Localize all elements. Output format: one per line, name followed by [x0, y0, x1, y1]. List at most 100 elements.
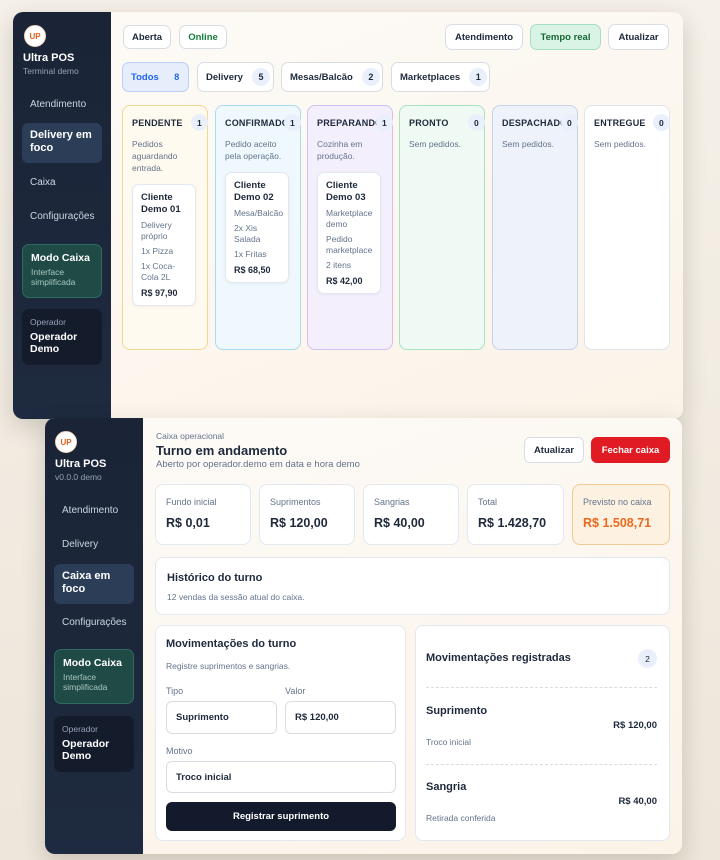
kanban-column: PENDENTE 1 Pedidos aguardando entrada. Clie…	[122, 105, 208, 350]
operator-name: Operador Demo	[30, 331, 78, 355]
sidebar-item-caixa[interactable]: Caixa em foco	[54, 564, 134, 604]
order-line: Pedido marketplace	[326, 234, 373, 255]
form-title: Movimentações do turno	[166, 638, 297, 650]
order-line: 1x Pizza	[141, 246, 174, 256]
operator-card: Operador Operador Demo	[54, 716, 134, 772]
delivery-main: Aberta Online Atendimento Tempo real Atu…	[111, 12, 683, 419]
app-subtitle: Terminal demo	[23, 66, 79, 76]
connection-status-badge: Online	[179, 25, 227, 49]
register-supply-button[interactable]: Registrar suprimento	[166, 802, 396, 831]
form-subtitle: Registre suprimentos e sangrias.	[166, 661, 291, 671]
filter-count: 8	[174, 72, 180, 82]
column-count-badge: 1	[284, 114, 301, 131]
stat-value: R$ 0,01	[166, 516, 210, 530]
sidebar-item-delivery[interactable]: Delivery em foco	[22, 123, 102, 163]
sidebar-item-atendimento[interactable]: Atendimento	[62, 505, 118, 516]
movement-type: Suprimento	[426, 705, 488, 717]
filter-label: Marketplaces	[400, 71, 461, 83]
column-title: DESPACHADO 0	[502, 114, 578, 132]
order-line: 1x Fritas	[234, 249, 267, 259]
reason-input[interactable]: Troco inicial	[166, 761, 396, 793]
page-title: Turno em andamento	[156, 443, 288, 458]
atendimento-button[interactable]: Atendimento	[445, 24, 523, 50]
column-count-badge: 1	[191, 114, 208, 131]
order-card[interactable]: Cliente Demo 01 Delivery próprio 1x Pizza 1…	[132, 184, 196, 306]
stat-label: Fundo inicial	[166, 497, 217, 507]
stat-label: Sangrias	[374, 497, 410, 507]
movement-type: Sangria	[426, 781, 467, 793]
divider	[426, 687, 657, 688]
app-logo: UP	[55, 431, 77, 453]
column-description: Pedidos aguardando entrada.	[132, 139, 178, 173]
page-subtitle: Aberto por operador.demo em data e hora …	[156, 459, 360, 470]
kanban-column: PRONTO 0 Sem pedidos.	[399, 105, 485, 350]
order-line: Delivery próprio	[141, 220, 172, 241]
column-description: Sem pedidos.	[594, 139, 646, 149]
store-status-badge: Aberta	[123, 25, 171, 49]
column-title: PENDENTE 1	[132, 114, 208, 132]
reason-label: Motivo	[166, 746, 193, 756]
mode-card[interactable]: Modo Caixa Interface simplificada	[54, 649, 134, 704]
type-select[interactable]: Suprimento	[166, 701, 277, 734]
movement-note: Retirada conferida	[426, 813, 496, 823]
sidebar-item-configuracoes[interactable]: Configurações	[30, 211, 94, 222]
stat-card: Fundo inicial R$ 0,01	[155, 484, 251, 545]
movement-amount: R$ 120,00	[613, 720, 657, 731]
order-customer: Cliente Demo 01	[141, 192, 181, 215]
app-name: Ultra POS	[55, 458, 107, 470]
mode-subtitle: Interface simplificada	[31, 267, 76, 287]
column-count-badge: 1	[376, 114, 393, 131]
column-description: Pedido aceito pela operação.	[225, 139, 282, 161]
stat-label: Suprimentos	[270, 497, 321, 507]
column-description: Sem pedidos.	[502, 139, 554, 149]
order-price: R$ 68,50	[234, 265, 271, 275]
delivery-window: UP Ultra POS Terminal demo Atendimento D…	[13, 12, 683, 419]
order-card[interactable]: Cliente Demo 03 Marketplace demo Pedido ma…	[317, 172, 381, 294]
stat-card: Previsto no caixa R$ 1.508,71	[572, 484, 670, 545]
filter-tab-mesas[interactable]: Mesas/Balcão 2	[281, 62, 383, 92]
refresh-button[interactable]: Atualizar	[608, 24, 669, 50]
filter-tab-marketplaces[interactable]: Marketplaces 1	[391, 62, 490, 92]
page-eyebrow: Caixa operacional	[156, 431, 225, 441]
order-line: Mesa/Balcão	[234, 208, 284, 218]
column-title: PREPARANDO 1	[317, 114, 393, 132]
column-count-badge: 0	[468, 114, 485, 131]
filter-count: 5	[251, 68, 270, 86]
order-customer: Cliente Demo 02	[234, 180, 274, 203]
order-card[interactable]: Cliente Demo 02 Mesa/Balcão 2x Xis Salada 1…	[225, 172, 289, 283]
kanban-column: PREPARANDO 1 Cozinha em produção. Cliente D…	[307, 105, 393, 350]
realtime-button[interactable]: Tempo real	[530, 24, 601, 50]
refresh-button[interactable]: Atualizar	[524, 437, 584, 463]
movement-form-card: Movimentações do turno Registre suprimen…	[155, 625, 406, 841]
sidebar-item-delivery[interactable]: Delivery	[62, 539, 98, 550]
value-label: Valor	[285, 686, 306, 696]
registered-title: Movimentações registradas	[426, 652, 571, 664]
cash-window: UP Ultra POS v0.0.0 demo Atendimento Del…	[45, 418, 682, 854]
order-line: Marketplace demo	[326, 208, 373, 229]
type-label: Tipo	[166, 686, 184, 696]
sidebar: UP Ultra POS v0.0.0 demo Atendimento Del…	[45, 418, 143, 854]
operator-name: Operador Demo	[62, 738, 110, 762]
column-title: ENTREGUE 0	[594, 114, 670, 132]
stat-card: Total R$ 1.428,70	[467, 484, 564, 545]
filter-label: Delivery	[206, 71, 243, 83]
column-title: PRONTO 0	[409, 114, 485, 132]
movement-amount: R$ 40,00	[618, 796, 657, 807]
order-line: 2 itens	[326, 260, 352, 270]
sidebar-item-configuracoes[interactable]: Configurações	[62, 617, 126, 628]
history-card[interactable]: Histórico do turno 12 vendas da sessão a…	[155, 557, 670, 615]
history-title: Histórico do turno	[167, 572, 263, 584]
value-input[interactable]: R$ 120,00	[285, 701, 396, 734]
filter-count: 2	[361, 68, 380, 86]
stat-card: Sangrias R$ 40,00	[363, 484, 459, 545]
mode-subtitle: Interface simplificada	[63, 672, 108, 692]
cash-main: Caixa operacional Turno em andamento Abe…	[143, 418, 682, 854]
order-line: 1x Coca-Cola 2L	[141, 261, 176, 282]
sidebar-item-atendimento[interactable]: Atendimento	[30, 99, 86, 110]
filter-tab-todos[interactable]: Todos 8	[122, 62, 189, 92]
column-description: Cozinha em produção.	[317, 139, 363, 161]
filter-tab-delivery[interactable]: Delivery 5	[197, 62, 274, 92]
sidebar-item-caixa[interactable]: Caixa	[30, 177, 56, 188]
close-cash-button[interactable]: Fechar caixa	[591, 437, 670, 463]
mode-card[interactable]: Modo Caixa Interface simplificada	[22, 244, 102, 298]
